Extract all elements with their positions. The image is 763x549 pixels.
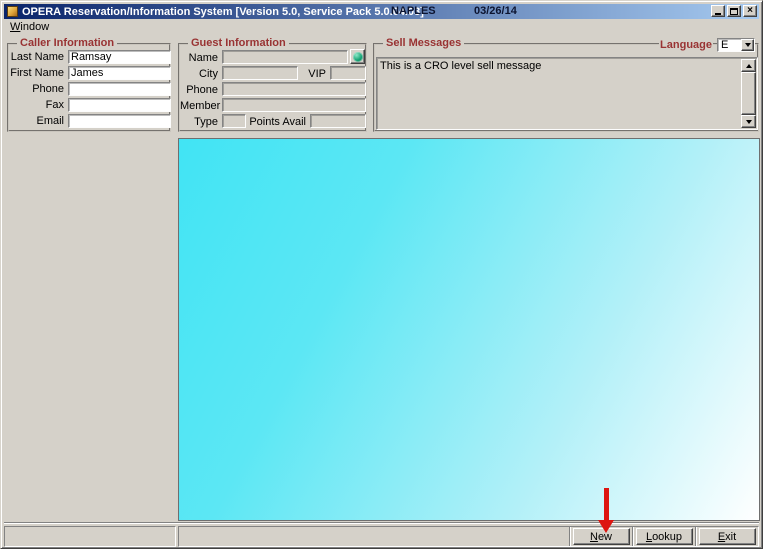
menu-item-window[interactable]: Window <box>4 21 55 33</box>
close-button[interactable]: × <box>743 5 757 17</box>
city-input <box>222 66 298 80</box>
exit-button-slot: Exit <box>695 527 758 546</box>
lookup-button-slot: Lookup <box>632 527 695 546</box>
window-title: OPERA Reservation/Information System [Ve… <box>22 6 424 18</box>
lookup-button[interactable]: Lookup <box>636 528 693 545</box>
new-button-slot: New <box>569 527 632 546</box>
vip-label: VIP <box>298 68 326 80</box>
fax-label: Fax <box>9 99 64 111</box>
points-avail-label: Points Avail <box>246 116 306 128</box>
main-workspace-canvas <box>178 138 760 521</box>
guest-name-label: Name <box>180 52 218 64</box>
caller-information-title: Caller Information <box>17 37 117 49</box>
guest-information-title: Guest Information <box>188 37 289 49</box>
scroll-up-button[interactable] <box>741 59 756 72</box>
sell-message-text: This is a CRO level sell message <box>380 60 739 72</box>
guest-information-panel: Guest Information Name City VIP Phone Me… <box>178 43 367 132</box>
globe-icon <box>353 52 363 62</box>
city-label: City <box>180 68 218 80</box>
maximize-icon <box>730 8 738 15</box>
language-label: Language <box>659 39 713 51</box>
language-dropdown-button[interactable] <box>741 39 754 51</box>
language-control: Language E <box>659 38 755 52</box>
type-input <box>222 114 246 128</box>
scroll-down-icon <box>746 120 752 124</box>
language-value: E <box>721 39 728 51</box>
maximize-button[interactable] <box>727 5 741 17</box>
guest-phone-label: Phone <box>180 84 218 96</box>
sell-messages-title: Sell Messages <box>383 37 464 49</box>
fax-input[interactable] <box>68 98 171 112</box>
first-name-input[interactable] <box>68 66 171 80</box>
app-icon[interactable] <box>7 6 18 17</box>
menubar: Window <box>4 19 759 34</box>
member-input <box>222 98 366 112</box>
type-label: Type <box>180 116 218 128</box>
scrollbar-thumb[interactable] <box>741 72 756 115</box>
email-label: Email <box>9 115 64 127</box>
close-icon: × <box>747 6 753 16</box>
last-name-input[interactable] <box>68 50 171 64</box>
first-name-label: First Name <box>9 67 64 79</box>
app-window: OPERA Reservation/Information System [Ve… <box>0 0 763 549</box>
bottom-bar: New Lookup Exit <box>4 522 759 547</box>
chevron-down-icon <box>745 43 751 47</box>
name-lookup-button[interactable] <box>350 49 365 64</box>
sell-messages-panel: Sell Messages Language E This is a CRO l… <box>373 43 759 132</box>
status-cell-right: New Lookup Exit <box>178 526 759 547</box>
scroll-down-button[interactable] <box>741 115 756 128</box>
vip-input <box>330 66 366 80</box>
status-cell-left <box>4 526 176 547</box>
titlebar-date: 03/26/14 <box>474 5 517 17</box>
member-label: Member <box>180 100 218 112</box>
new-button[interactable]: New <box>573 528 630 545</box>
points-avail-input <box>310 114 366 128</box>
sell-message-scrollbar[interactable] <box>741 59 756 128</box>
minimize-icon <box>715 13 721 15</box>
titlebar-location: NAPLES <box>391 5 436 17</box>
caller-information-panel: Caller Information Last Name First Name … <box>7 43 171 132</box>
caller-phone-input[interactable] <box>68 82 171 96</box>
last-name-label: Last Name <box>9 51 64 63</box>
scroll-up-icon <box>746 64 752 68</box>
minimize-button[interactable] <box>711 5 725 17</box>
exit-button[interactable]: Exit <box>699 528 756 545</box>
caller-phone-label: Phone <box>9 83 64 95</box>
window-controls: × <box>711 5 757 17</box>
titlebar: OPERA Reservation/Information System [Ve… <box>4 4 759 19</box>
guest-name-input <box>222 50 348 64</box>
sell-message-textarea[interactable]: This is a CRO level sell message <box>376 57 758 130</box>
language-dropdown[interactable]: E <box>717 38 755 52</box>
email-input[interactable] <box>68 114 171 128</box>
guest-phone-input <box>222 82 366 96</box>
